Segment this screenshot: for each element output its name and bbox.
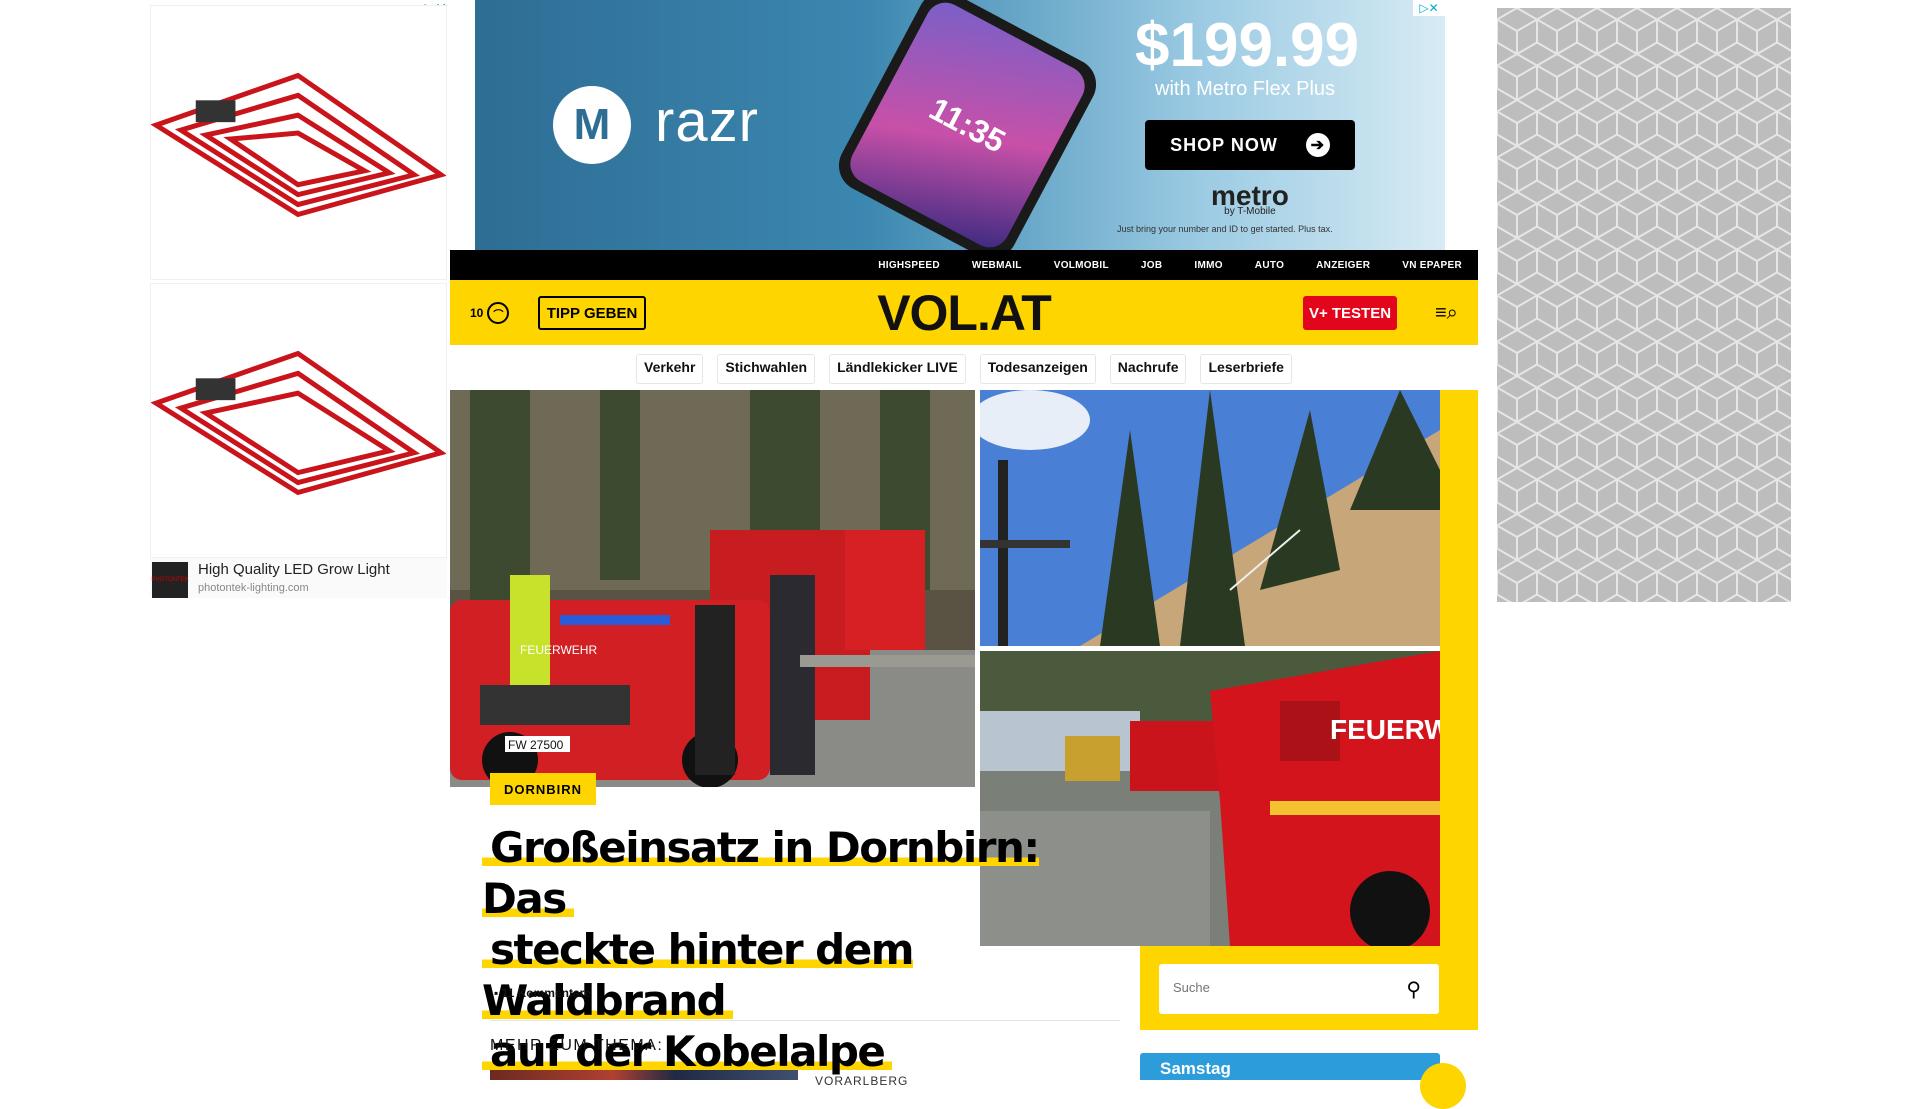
comment-icon: ▪ xyxy=(494,986,499,1000)
yellow-sidebar-band xyxy=(1440,390,1478,1030)
nav-auto[interactable]: AUTO xyxy=(1255,260,1284,271)
menu-search-icon[interactable]: ≡⌕ xyxy=(1435,302,1461,324)
metro-logo: metro by T-Mobile xyxy=(1211,180,1289,217)
nav-anzeiger[interactable]: ANZEIGER xyxy=(1316,260,1370,271)
search-box[interactable]: ⚲ xyxy=(1159,964,1439,1014)
related-article-thumbnail[interactable] xyxy=(490,1070,798,1080)
ad-subtitle: with Metro Flex Plus xyxy=(1155,78,1336,100)
razr-banner-ad[interactable]: M razr 11:35 $199.99 with Metro Flex Plu… xyxy=(475,0,1445,250)
headline-line-2: steckte hinter dem Waldbrand xyxy=(482,925,914,1025)
photontek-logo: PHOTONTEK xyxy=(151,562,189,598)
motorola-logo-icon: M xyxy=(553,86,631,164)
top-service-nav: HIGHSPEED WEBMAIL VOLMOBIL JOB IMMO AUTO… xyxy=(450,250,1478,280)
headline-line-1: Großeinsatz in Dornbirn: Das xyxy=(482,823,1040,923)
comments-link[interactable]: ▪ 11 Kommentare xyxy=(494,986,591,1000)
article-main-image[interactable]: FEUERWEHR FW 27500 xyxy=(450,390,975,787)
arrow-right-icon: ➔ xyxy=(1305,133,1330,157)
tag-laendlekicker[interactable]: Ländlekicker LIVE xyxy=(830,355,965,383)
razr-brand: razr xyxy=(655,89,759,154)
tag-stichwahlen[interactable]: Stichwahlen xyxy=(718,355,815,383)
nav-vn-epaper[interactable]: VN EPAPER xyxy=(1402,260,1462,271)
nav-job[interactable]: JOB xyxy=(1141,260,1162,271)
adchoices-icon[interactable]: ▷✕ xyxy=(1413,0,1445,16)
ad-caption[interactable]: PHOTONTEK High Quality LED Grow Light ph… xyxy=(150,558,447,598)
svg-text:FEUERW: FEUERW xyxy=(1330,714,1440,745)
tag-leserbriefe[interactable]: Leserbriefe xyxy=(1201,355,1291,383)
ad-title[interactable]: High Quality LED Grow Light xyxy=(198,561,390,578)
grow-light-image[interactable] xyxy=(150,5,447,280)
right-pattern-ad[interactable] xyxy=(1497,8,1791,602)
weather-day: Samstag xyxy=(1160,1059,1231,1078)
v-plus-testen-button[interactable]: V+ TESTEN xyxy=(1303,296,1397,330)
search-input[interactable] xyxy=(1171,979,1391,996)
ad-domain: photontek-lighting.com xyxy=(198,582,309,594)
left-ad[interactable]: ▷✕ PHOTONTEK High Quality LED Grow Light… xyxy=(150,0,447,600)
weather-widget[interactable]: Samstag xyxy=(1140,1053,1440,1080)
grow-light-image-2[interactable] xyxy=(150,283,447,558)
phone-time: 11:35 xyxy=(843,0,1092,250)
site-header: 10 ⌒ TIPP GEBEN VOL.AT V+ TESTEN ≡⌕ xyxy=(450,280,1478,345)
nav-immo[interactable]: IMMO xyxy=(1194,260,1222,271)
topic-tags: Verkehr Stichwahlen Ländlekicker LIVE To… xyxy=(450,355,1478,383)
tag-verkehr[interactable]: Verkehr xyxy=(637,355,703,383)
more-on-topic-heading: MEHR ZUM THEMA: xyxy=(490,1037,664,1054)
related-article-section[interactable]: VORARLBERG xyxy=(815,1074,908,1088)
search-icon[interactable]: ⚲ xyxy=(1406,977,1421,1002)
article-forest-image[interactable] xyxy=(980,390,1440,646)
svg-text:FW 27500: FW 27500 xyxy=(508,738,564,752)
svg-text:FEUERWEHR: FEUERWEHR xyxy=(520,643,597,657)
tag-todesanzeigen[interactable]: Todesanzeigen xyxy=(980,355,1095,383)
nav-highspeed[interactable]: HIGHSPEED xyxy=(878,260,940,271)
nav-webmail[interactable]: WEBMAIL xyxy=(972,260,1022,271)
tag-nachrufe[interactable]: Nachrufe xyxy=(1110,355,1186,383)
shop-now-button[interactable]: SHOP NOW ➔ xyxy=(1145,120,1355,170)
phone-image: 11:35 xyxy=(829,0,1106,250)
section-tag[interactable]: DORNBIRN xyxy=(490,773,596,805)
nav-volmobil[interactable]: VOLMOBIL xyxy=(1054,260,1109,271)
shop-now-label: SHOP NOW xyxy=(1170,134,1278,155)
sun-icon xyxy=(1420,1063,1466,1109)
comments-count: 11 Kommentare xyxy=(501,986,591,1000)
divider xyxy=(490,1020,1120,1021)
ad-price: $199.99 xyxy=(1135,11,1360,80)
ad-fine-print: Just bring your number and ID to get sta… xyxy=(1117,224,1333,234)
